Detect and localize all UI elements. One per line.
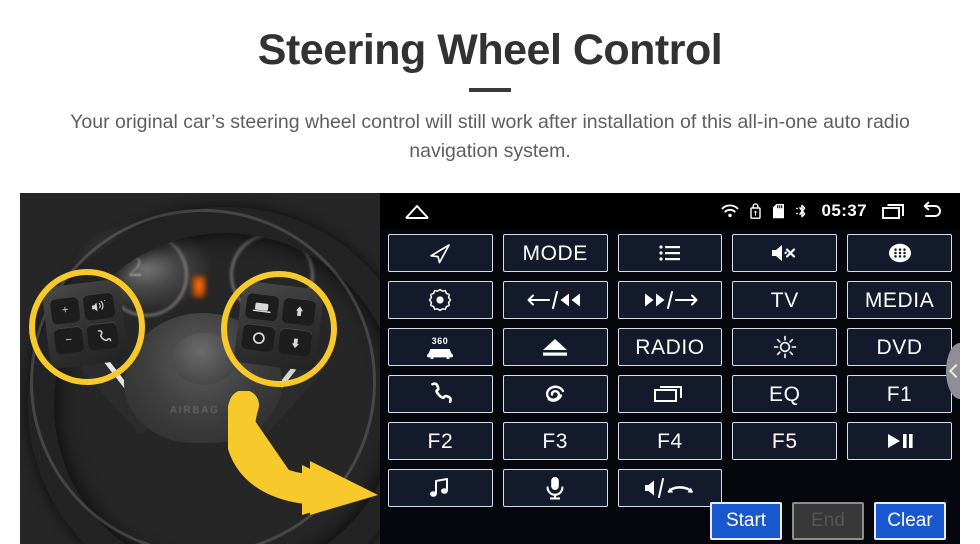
button-navigation[interactable] <box>388 234 493 272</box>
button-play-pause[interactable] <box>847 422 952 460</box>
music-note-icon <box>430 478 449 497</box>
button-tv[interactable]: TV <box>732 281 838 319</box>
button-apps[interactable] <box>847 234 952 272</box>
sd-card-icon <box>772 203 785 219</box>
button-f5[interactable]: F5 <box>732 422 838 460</box>
button-label: F5 <box>771 429 798 453</box>
button-eject[interactable] <box>502 328 608 366</box>
usb-lock-icon <box>749 203 761 219</box>
button-label: DVD <box>876 335 923 359</box>
phone-handset-icon <box>431 382 453 404</box>
button-dvd[interactable]: DVD <box>847 328 952 366</box>
button-menu-list[interactable] <box>617 234 723 272</box>
button-power-disc[interactable] <box>388 281 493 319</box>
brightness-sun-icon <box>773 335 797 359</box>
button-phone[interactable] <box>388 375 493 413</box>
button-previous-track[interactable] <box>502 281 608 319</box>
back-icon[interactable] <box>920 201 946 221</box>
button-mode[interactable]: MODE <box>502 234 608 272</box>
button-eq[interactable]: EQ <box>732 375 838 413</box>
page-header: Steering Wheel Control Your original car… <box>0 0 980 166</box>
button-label: RADIO <box>635 335 705 359</box>
car-radio-screen: 05:37 MODE TV MEDIA 360 RADIO DVD EQ F1 … <box>380 193 960 544</box>
button-f1[interactable]: F1 <box>847 375 952 413</box>
start-button-label: Start <box>725 510 767 531</box>
button-label: EQ <box>769 382 801 406</box>
button-brightness[interactable] <box>732 328 838 366</box>
button-f4[interactable]: F4 <box>617 422 723 460</box>
clear-button[interactable]: Clear <box>874 502 946 540</box>
start-button[interactable]: Start <box>710 502 782 540</box>
button-window-recents[interactable] <box>617 375 723 413</box>
window-stack-icon <box>653 386 682 402</box>
bluetooth-icon <box>795 203 808 219</box>
clear-button-label: Clear <box>887 510 933 531</box>
button-f3[interactable]: F3 <box>502 422 608 460</box>
steering-wheel-photo: 2 AIRBAG + − <box>20 193 380 544</box>
button-label: F3 <box>542 429 569 453</box>
svg-text:360: 360 <box>432 336 449 346</box>
microphone-icon <box>546 477 564 500</box>
disc-power-icon <box>429 288 452 312</box>
play-pause-icon <box>887 434 913 448</box>
button-label: TV <box>770 288 799 312</box>
home-icon[interactable] <box>402 201 432 221</box>
eject-icon <box>543 339 568 356</box>
button-f2[interactable]: F2 <box>388 422 493 460</box>
button-swirl[interactable] <box>502 375 608 413</box>
wifi-icon <box>721 204 739 218</box>
page-subtitle: Your original car’s steering wheel contr… <box>70 111 910 163</box>
end-button-label: End <box>811 510 845 531</box>
button-mute[interactable] <box>732 234 838 272</box>
curved-arrow-icon <box>225 390 378 515</box>
highlight-ring-left <box>29 269 145 385</box>
list-menu-icon <box>659 245 680 261</box>
button-label: F4 <box>657 429 683 453</box>
car-360-icon: 360 <box>427 336 454 360</box>
function-button-grid: MODE TV MEDIA 360 RADIO DVD EQ F1 F2 F3 … <box>380 229 960 507</box>
action-button-row: Start End Clear <box>380 502 960 540</box>
button-camera-360[interactable]: 360 <box>388 328 493 366</box>
status-bar: 05:37 <box>380 193 960 229</box>
swirl-icon <box>546 385 565 402</box>
button-label: F1 <box>886 382 913 406</box>
recents-icon[interactable] <box>881 201 909 221</box>
prev-track-icon <box>527 291 581 309</box>
button-next-track[interactable] <box>617 281 723 319</box>
button-label: MEDIA <box>864 288 935 312</box>
apps-grid-icon <box>888 243 911 263</box>
end-button[interactable]: End <box>792 502 864 540</box>
speaker-hangup-icon <box>644 478 693 498</box>
page-title: Steering Wheel Control <box>257 26 723 74</box>
status-clock: 05:37 <box>821 201 867 220</box>
mute-speaker-icon <box>771 245 795 261</box>
button-radio[interactable]: RADIO <box>617 328 723 366</box>
button-label: F2 <box>427 429 454 453</box>
next-track-icon <box>644 291 698 309</box>
button-label: MODE <box>522 241 588 265</box>
airbag-label: AIRBAG <box>170 405 220 416</box>
button-media[interactable]: MEDIA <box>847 281 952 319</box>
title-divider <box>469 88 511 93</box>
chevron-left-icon <box>948 363 960 379</box>
content-panel: 2 AIRBAG + − 05:37 MODE TV MEDIA 360 RAD… <box>20 193 960 544</box>
highlight-ring-right <box>221 271 337 387</box>
pointing-arrow <box>225 390 380 516</box>
navigation-arrow-icon <box>430 244 451 264</box>
